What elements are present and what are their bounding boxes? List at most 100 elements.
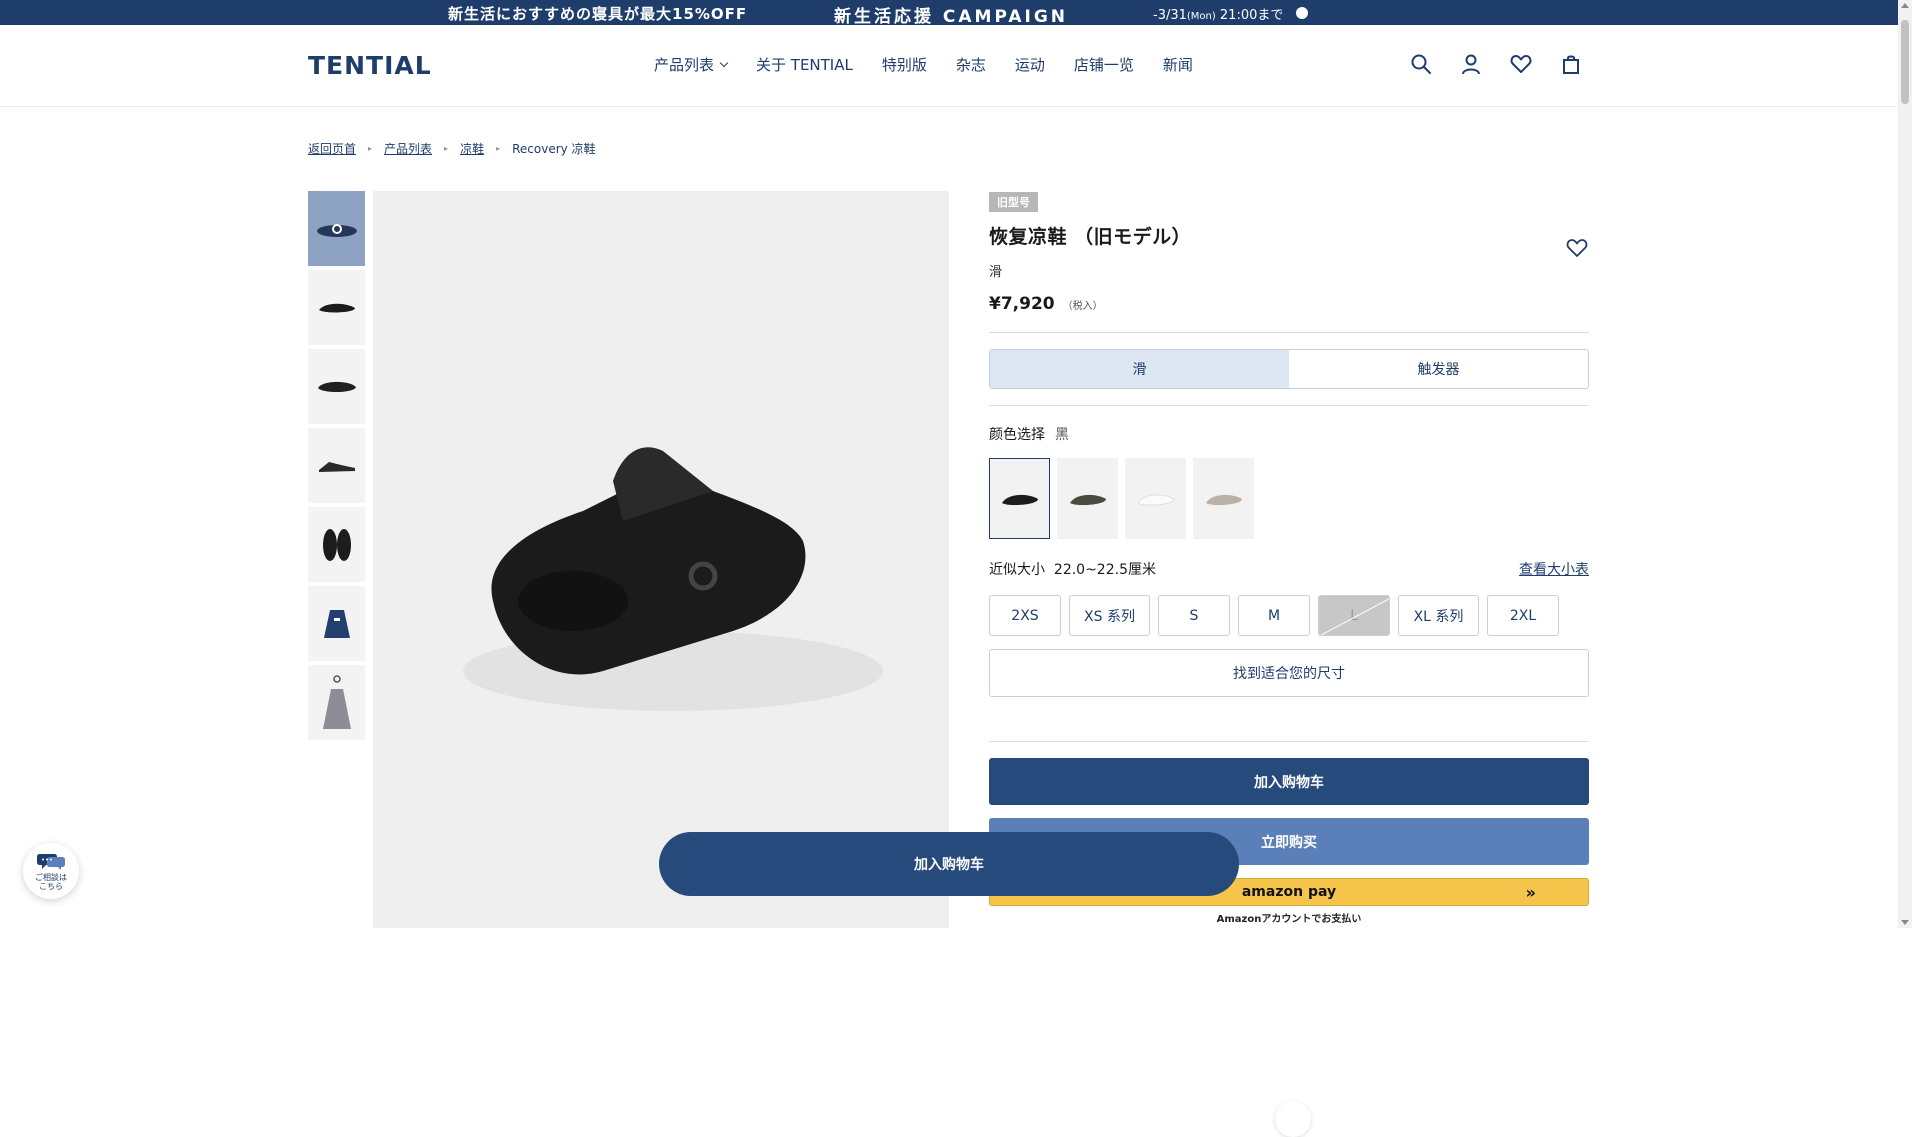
sandal-side-icon bbox=[318, 303, 355, 312]
nav-item-stores[interactable]: 店铺一览 bbox=[1074, 54, 1134, 75]
search-icon[interactable] bbox=[1410, 53, 1432, 75]
sandal-white-icon bbox=[1136, 493, 1175, 506]
nav-item-products[interactable]: 产品列表 bbox=[654, 54, 729, 75]
bag-icon bbox=[323, 609, 350, 638]
main-nav: 产品列表 关于 TENTIAL 特别版 杂志 运动 店铺一览 新闻 bbox=[654, 54, 1222, 75]
size-option-2xs[interactable]: 2XS bbox=[989, 595, 1061, 636]
old-model-badge: 旧型号 bbox=[989, 192, 1038, 212]
size-option-2xl[interactable]: 2XL bbox=[1487, 595, 1559, 636]
product-main-image[interactable] bbox=[373, 191, 1311, 1137]
site-header: TENTIAL 产品列表 关于 TENTIAL 特别版 杂志 运动 店铺一览 新… bbox=[0, 25, 1898, 107]
thumbnail-logo-top-view[interactable] bbox=[308, 191, 365, 266]
price-tax-label: （税入） bbox=[1062, 301, 1103, 312]
thumbnail-top-pair-view[interactable] bbox=[308, 507, 365, 582]
chat-button[interactable]: ご相談は こちら bbox=[23, 843, 79, 899]
chat-label-line2: こちら bbox=[39, 882, 63, 891]
size-option-m[interactable]: M bbox=[1238, 595, 1310, 636]
banner-deadline-date: -3/31 bbox=[1153, 8, 1187, 23]
product-details: 旧型号 恢复凉鞋 （旧モデル） 滑 ¥7,920 （税入） 滑 触发器 颜色选择… bbox=[989, 191, 1589, 925]
breadcrumb-home[interactable]: 返回页首 bbox=[308, 140, 356, 157]
double-chevron-right-icon: » bbox=[1525, 883, 1536, 902]
thumbnail-profile-view[interactable] bbox=[308, 428, 365, 503]
banner-deadline-time: 21:00まで bbox=[1215, 8, 1284, 23]
favorite-heart-icon[interactable] bbox=[1565, 237, 1589, 259]
product-title: 恢复凉鞋 （旧モデル） bbox=[989, 226, 1192, 248]
banner-dot-icon bbox=[1296, 7, 1308, 19]
chat-label-line1: ご相談は bbox=[35, 873, 67, 882]
account-icon[interactable] bbox=[1460, 53, 1482, 75]
thumbnail-side-view[interactable] bbox=[308, 270, 365, 345]
thumbnail-navy-bag[interactable] bbox=[308, 586, 365, 661]
divider bbox=[989, 405, 1589, 406]
chat-label: ご相談は こちら bbox=[35, 873, 67, 891]
nav-item-sports[interactable]: 运动 bbox=[1015, 54, 1045, 75]
plus-icon[interactable] bbox=[1275, 1101, 1311, 1137]
cart-icon[interactable] bbox=[1560, 53, 1582, 75]
bag-icon bbox=[322, 674, 351, 729]
amazon-pay-note: Amazonアカウントでお支払い bbox=[1216, 914, 1362, 925]
color-swatch-white[interactable] bbox=[1125, 458, 1186, 539]
nav-item-special[interactable]: 特别版 bbox=[882, 54, 927, 75]
banner-deadline: -3/31(Mon) 21:00まで bbox=[1153, 4, 1283, 23]
size-option-l[interactable]: L bbox=[1318, 595, 1390, 636]
approx-size-label: 近似大小 bbox=[989, 562, 1045, 578]
campaign-banner[interactable]: 新生活におすすめの寝具が最大15%OFF 新生活応援 CAMPAIGN -3/3… bbox=[0, 0, 1898, 27]
size-option-xs[interactable]: XS 系列 bbox=[1069, 595, 1150, 636]
breadcrumb: 返回页首 ▸ 产品列表 ▸ 凉鞋 ▸ Recovery 凉鞋 bbox=[308, 140, 596, 157]
header-icons bbox=[1410, 53, 1582, 75]
sandal-side-icon bbox=[317, 381, 356, 392]
breadcrumb-separator-icon: ▸ bbox=[444, 144, 449, 153]
chat-bubble-icon bbox=[37, 854, 65, 870]
size-option-xl[interactable]: XL 系列 bbox=[1398, 595, 1479, 636]
sandal-pair-icon bbox=[322, 528, 351, 561]
add-to-cart-button[interactable]: 加入购物车 bbox=[989, 758, 1589, 805]
find-size-button[interactable]: 找到适合您的尺寸 bbox=[989, 649, 1589, 697]
nav-item-magazine[interactable]: 杂志 bbox=[956, 54, 986, 75]
banner-promo-text: 新生活におすすめの寝具が最大15%OFF bbox=[448, 5, 748, 23]
banner-campaign-text: 新生活応援 CAMPAIGN bbox=[834, 7, 1069, 27]
size-option-s[interactable]: S bbox=[1158, 595, 1230, 636]
type-option-trigger[interactable]: 触发器 bbox=[1289, 350, 1588, 388]
color-swatch-beige[interactable] bbox=[1193, 458, 1254, 539]
sandal-beige-icon bbox=[1205, 494, 1242, 505]
scroll-down-arrow-icon[interactable] bbox=[1901, 920, 1909, 925]
sandal-top-icon bbox=[316, 223, 357, 237]
color-swatches bbox=[989, 458, 1589, 539]
nav-item-about[interactable]: 关于 TENTIAL bbox=[756, 54, 853, 75]
page-scrollbar[interactable] bbox=[1898, 0, 1912, 928]
price-value: ¥7,920 bbox=[989, 294, 1055, 314]
color-swatch-olive[interactable] bbox=[1057, 458, 1118, 539]
size-info-row: 近似大小 22.0~22.5厘米 查看大小表 bbox=[989, 559, 1589, 579]
sandal-black-icon bbox=[1001, 494, 1038, 505]
sandal-olive-icon bbox=[1069, 494, 1106, 505]
type-toggle: 滑 触发器 bbox=[989, 349, 1589, 389]
divider bbox=[989, 332, 1589, 333]
color-label: 颜色选择黑 bbox=[989, 424, 1589, 444]
approx-size: 近似大小 22.0~22.5厘米 bbox=[989, 559, 1156, 579]
size-chart-link[interactable]: 查看大小表 bbox=[1519, 559, 1589, 579]
color-selected-value: 黑 bbox=[1055, 427, 1069, 443]
breadcrumb-separator-icon: ▸ bbox=[368, 144, 373, 153]
breadcrumb-products[interactable]: 产品列表 bbox=[384, 140, 432, 157]
color-swatch-black[interactable] bbox=[989, 458, 1050, 539]
banner-deadline-day: (Mon) bbox=[1186, 11, 1216, 22]
nav-item-news[interactable]: 新闻 bbox=[1163, 54, 1193, 75]
sandal-main-image bbox=[463, 447, 883, 711]
color-label-text: 颜色选择 bbox=[989, 427, 1045, 443]
heart-icon[interactable] bbox=[1510, 53, 1532, 75]
floating-add-to-cart-button[interactable]: 加入购物车 bbox=[659, 832, 1239, 896]
scrollbar-thumb[interactable] bbox=[1901, 20, 1909, 104]
breadcrumb-sandals[interactable]: 凉鞋 bbox=[460, 140, 484, 157]
tential-logo[interactable]: TENTIAL bbox=[308, 51, 432, 80]
size-options: 2XS XS 系列 S M L XL 系列 2XL bbox=[989, 595, 1589, 636]
chevron-down-icon bbox=[719, 58, 729, 67]
type-option-slide[interactable]: 滑 bbox=[990, 350, 1289, 388]
product-variant-name: 滑 bbox=[989, 265, 1003, 280]
thumbnail-gray-bag[interactable] bbox=[308, 665, 365, 740]
thumbnail-side-view-2[interactable] bbox=[308, 349, 365, 424]
sandal-profile-icon bbox=[318, 461, 355, 472]
approx-size-value: 22.0~22.5厘米 bbox=[1053, 562, 1156, 578]
scroll-up-arrow-icon[interactable] bbox=[1901, 3, 1909, 8]
breadcrumb-separator-icon: ▸ bbox=[496, 144, 501, 153]
thumbnail-list bbox=[308, 191, 365, 744]
